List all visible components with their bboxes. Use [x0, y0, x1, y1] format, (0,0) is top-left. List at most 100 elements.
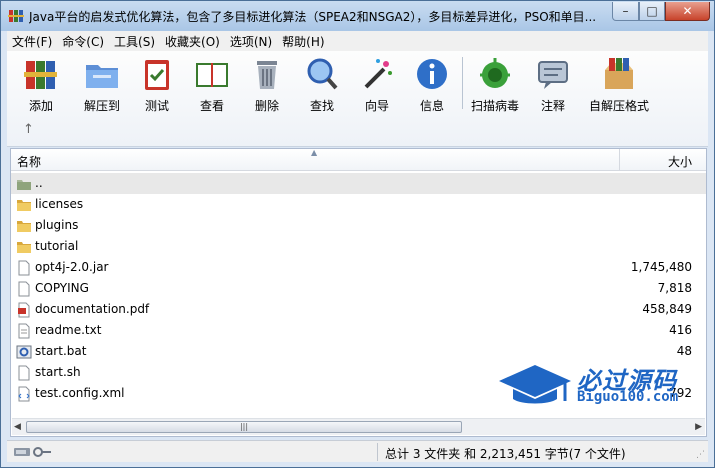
- open-book-icon: [196, 63, 228, 87]
- list-header: 名称 ▲ 大小: [11, 148, 706, 171]
- magic-wand-icon: [364, 59, 392, 89]
- delete-button[interactable]: 删除: [239, 55, 295, 115]
- info-icon: [417, 59, 447, 89]
- scroll-left-icon[interactable]: ◀: [14, 422, 21, 432]
- graduation-cap-icon: [499, 365, 571, 404]
- test-label: 测试: [144, 99, 169, 113]
- add-label: 添加: [28, 99, 53, 113]
- file-size: 7,818: [657, 281, 692, 295]
- up-folder-button[interactable]: ↑: [23, 122, 34, 137]
- file-name: start.bat: [35, 344, 87, 358]
- wizard-button[interactable]: 向导: [349, 55, 405, 115]
- menu-tools[interactable]: 工具(S): [109, 33, 160, 50]
- magnifier-icon: [307, 58, 338, 90]
- winrar-window: Java平台的启发式优化算法，包含了多目标进化算法（SPEA2和NSGA2），多…: [0, 0, 715, 468]
- close-button[interactable]: ✕: [665, 2, 710, 21]
- folder-icon: [17, 200, 31, 211]
- horizontal-scrollbar[interactable]: ◀ ||| ▶: [12, 418, 705, 435]
- test-button[interactable]: 测试: [129, 55, 185, 115]
- winrar-app-icon: [8, 10, 24, 22]
- watermark-subtitle: Biguo100.com: [577, 389, 679, 405]
- view-button[interactable]: 查看: [184, 55, 240, 115]
- find-button[interactable]: 查找: [294, 55, 350, 115]
- menu-help[interactable]: 帮助(H): [277, 33, 329, 50]
- clipboard-check-icon: [145, 60, 169, 90]
- batch-file-icon: [16, 345, 32, 359]
- list-item[interactable]: plugins: [11, 215, 706, 236]
- pdf-icon: [18, 302, 30, 318]
- delete-label: 删除: [254, 99, 279, 113]
- toolbar: 添加 解压到 测试 查看 删除 查找 向导 信息 扫描病毒 注释 自解压格式 ↑: [7, 51, 708, 147]
- file-name: COPYING: [35, 281, 89, 295]
- scroll-right-icon[interactable]: ▶: [695, 422, 702, 432]
- file-name: opt4j-2.0.jar: [35, 260, 109, 274]
- virus-scan-button[interactable]: 扫描病毒: [467, 55, 523, 115]
- comment-icon: [538, 61, 568, 89]
- title-bar[interactable]: Java平台的启发式优化算法，包含了多目标进化算法（SPEA2和NSGA2），多…: [1, 1, 714, 31]
- status-bar: 总计 3 文件夹 和 2,213,451 字节(7 个文件) ⋰: [7, 440, 708, 462]
- menu-bar: 文件(F) 命令(C) 工具(S) 收藏夹(O) 选项(N) 帮助(H): [7, 31, 708, 51]
- list-item[interactable]: licenses: [11, 194, 706, 215]
- toolbar-separator: [462, 57, 463, 109]
- file-size: 48: [676, 344, 692, 358]
- comment-button[interactable]: 注释: [525, 55, 581, 115]
- column-name-header[interactable]: 名称: [17, 153, 41, 170]
- add-button[interactable]: 添加: [13, 55, 69, 115]
- file-name: plugins: [35, 218, 79, 232]
- folder-icon: [17, 242, 31, 253]
- file-name: test.config.xml: [35, 386, 125, 400]
- list-item[interactable]: readme.txt 416: [11, 320, 706, 341]
- file-name: readme.txt: [35, 323, 102, 337]
- list-item[interactable]: tutorial: [11, 236, 706, 257]
- trash-can-icon: [257, 61, 277, 89]
- find-label: 查找: [309, 99, 334, 113]
- info-button[interactable]: 信息: [404, 55, 460, 115]
- file-icon: [18, 260, 30, 276]
- file-name: ..: [35, 176, 43, 190]
- menu-command[interactable]: 命令(C): [57, 33, 109, 50]
- folder-extract-icon: [86, 65, 118, 88]
- extract-to-button[interactable]: 解压到: [74, 55, 130, 115]
- parent-folder-icon: [17, 180, 31, 190]
- books-add-icon: [24, 61, 57, 89]
- list-item[interactable]: documentation.pdf 458,849: [11, 299, 706, 320]
- file-icon: [18, 365, 30, 381]
- watermark: 必过源码 Biguo100.com: [495, 359, 695, 409]
- minimize-button[interactable]: –: [612, 2, 639, 21]
- column-size-header[interactable]: 大小: [668, 153, 692, 170]
- file-name: start.sh: [35, 365, 81, 379]
- file-icon: [18, 281, 30, 297]
- menu-options[interactable]: 选项(N): [225, 33, 277, 50]
- status-divider: [377, 443, 378, 461]
- list-item[interactable]: opt4j-2.0.jar 1,745,480: [11, 257, 706, 278]
- text-file-icon: [18, 323, 30, 339]
- status-text: 总计 3 文件夹 和 2,213,451 字节(7 个文件): [385, 447, 626, 461]
- file-size: 1,745,480: [630, 260, 692, 274]
- sfx-box-icon: [605, 58, 633, 89]
- file-name: tutorial: [35, 239, 79, 253]
- info-label: 信息: [419, 99, 444, 113]
- sfx-button[interactable]: 自解压格式: [587, 55, 651, 115]
- column-divider[interactable]: [619, 149, 620, 171]
- file-name: documentation.pdf: [35, 302, 150, 316]
- list-item[interactable]: COPYING 7,818: [11, 278, 706, 299]
- wizard-label: 向导: [364, 99, 389, 113]
- maximize-button[interactable]: □: [639, 2, 665, 21]
- scroll-thumb[interactable]: |||: [26, 421, 462, 433]
- list-item[interactable]: ..: [11, 173, 706, 194]
- sort-arrow-icon: ▲: [311, 148, 318, 157]
- extract-to-label: 解压到: [83, 99, 120, 113]
- virus-scan-label: 扫描病毒: [470, 99, 519, 113]
- menu-file[interactable]: 文件(F): [7, 33, 57, 50]
- menu-favorites[interactable]: 收藏夹(O): [160, 33, 225, 50]
- drive-key-icon[interactable]: [13, 445, 53, 459]
- file-size: 416: [669, 323, 692, 337]
- virus-scan-icon: [480, 58, 510, 88]
- comment-label: 注释: [540, 99, 565, 113]
- view-label: 查看: [199, 99, 224, 113]
- sfx-label: 自解压格式: [588, 99, 649, 113]
- resize-grip-icon[interactable]: ⋰: [696, 450, 705, 460]
- window-title: Java平台的启发式优化算法，包含了多目标进化算法（SPEA2和NSGA2），多…: [29, 10, 597, 24]
- xml-file-icon: [18, 386, 30, 402]
- file-size: 458,849: [642, 302, 692, 316]
